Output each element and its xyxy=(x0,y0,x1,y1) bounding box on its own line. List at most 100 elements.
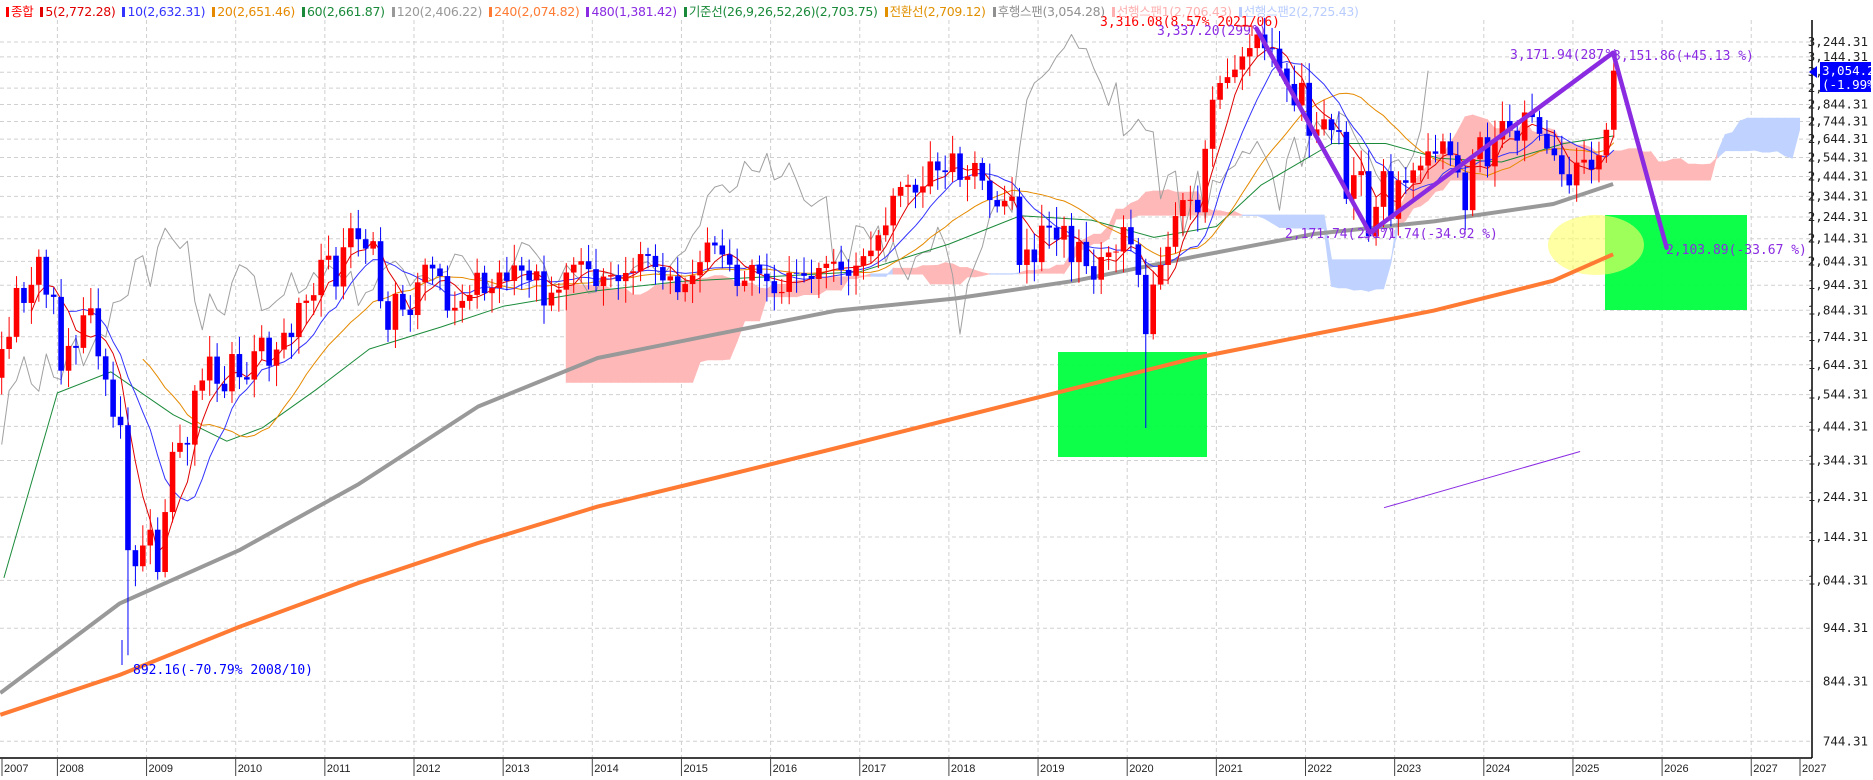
cloud-segment-bull xyxy=(1665,158,1674,181)
candle-body xyxy=(65,345,72,371)
candle xyxy=(1150,270,1157,340)
candle xyxy=(957,146,963,187)
candle-body xyxy=(13,287,20,337)
candle-body xyxy=(942,170,948,173)
kospi-monthly-chart[interactable]: 3,316.08(8.57% 2021/06)3,337.20(299°)2,1… xyxy=(0,0,1873,780)
cloud-segment-bull xyxy=(1115,208,1124,220)
candle xyxy=(392,282,399,348)
candle xyxy=(444,265,451,318)
candle-body xyxy=(459,300,466,308)
candle-body xyxy=(741,280,748,287)
candle-body xyxy=(177,442,183,452)
candle-body xyxy=(1536,117,1543,134)
legend-item[interactable]: 20(2,651.46) xyxy=(212,4,295,19)
candle-body xyxy=(1432,151,1439,154)
legend-swatch-icon xyxy=(489,7,493,17)
candle-body xyxy=(310,295,317,301)
legend-item[interactable]: 기준선(26,9,26,52,26)(2,703.75) xyxy=(683,4,878,19)
legend-label: 후행스팬(3,054.28) xyxy=(997,4,1106,19)
legend-item[interactable]: 전환선(2,709.12) xyxy=(884,4,986,19)
legend-item[interactable]: 5(2,772.28) xyxy=(40,4,116,19)
legend-item[interactable]: 480(1,381.42) xyxy=(586,4,677,19)
candle-body xyxy=(43,256,50,295)
legend-swatch-icon xyxy=(884,7,888,17)
candle xyxy=(934,152,941,190)
cloud-segment-bull xyxy=(1672,158,1682,181)
candle xyxy=(452,291,458,326)
candle-body xyxy=(348,228,354,248)
legend-item[interactable]: 120(2,406.22) xyxy=(391,4,482,19)
y-tick-label: 2,744.31 xyxy=(1808,114,1868,129)
legend-item[interactable]: 선행스팬1(2,706.43) xyxy=(1111,4,1232,19)
x-tick-label: 2023 xyxy=(1397,763,1421,775)
candle-body xyxy=(1462,172,1469,211)
x-tick-label: 2027 xyxy=(1753,763,1777,775)
cloud-segment-bull xyxy=(1680,157,1689,181)
candle-body xyxy=(972,162,978,177)
candle-body xyxy=(154,529,161,573)
x-tick-label: 2010 xyxy=(238,763,262,775)
candle-body xyxy=(541,271,547,306)
cloud-segment-bull xyxy=(654,284,664,383)
candle xyxy=(1239,46,1246,91)
candle-body xyxy=(355,228,362,240)
candle-body xyxy=(1328,119,1335,131)
candle-body xyxy=(593,269,599,287)
legend-item[interactable]: 240(2,074.82) xyxy=(489,4,580,19)
cloud-segment-bull xyxy=(1108,209,1117,239)
candle-body xyxy=(949,153,956,173)
cloud-segment-bull xyxy=(758,287,768,321)
candle xyxy=(377,227,384,309)
cloud-segment-bull xyxy=(729,277,738,360)
cloud-segment-bull xyxy=(974,269,983,278)
y-tick-label: 1,444.31 xyxy=(1808,418,1868,433)
cloud-segment-bull xyxy=(721,275,731,361)
candle-body xyxy=(1425,151,1431,166)
candle-body xyxy=(496,272,503,288)
candle xyxy=(414,272,421,330)
candle-body xyxy=(816,267,822,279)
candle-body xyxy=(147,529,154,546)
y-tick-label: 2,444.31 xyxy=(1808,168,1868,183)
legend-label: 선행스팬1(2,706.43) xyxy=(1116,4,1232,19)
candle-body xyxy=(1150,284,1157,335)
legend-swatch-icon xyxy=(992,7,996,17)
candle-body xyxy=(288,332,295,338)
legend-label: 5(2,772.28) xyxy=(45,4,116,19)
annotation-recent-angle: 3,171.94(287°) xyxy=(1510,48,1620,63)
candle xyxy=(949,135,956,183)
legend-item[interactable]: 10(2,632.31) xyxy=(122,4,206,19)
candle-body xyxy=(1224,77,1231,84)
x-tick-label: 2015 xyxy=(683,763,707,775)
candle xyxy=(726,239,733,272)
candle-body xyxy=(667,276,674,281)
x-axis: 2007 2008 2009 2010 2011 2012 2013 2014 2015 2016… xyxy=(1,758,1826,776)
candle-body xyxy=(674,276,681,293)
x-tick-label: 2013 xyxy=(505,763,529,775)
candle-body xyxy=(570,264,577,273)
candle-body xyxy=(882,225,889,236)
legend-item[interactable]: 후행스팬(3,054.28) xyxy=(992,4,1106,19)
candle-body xyxy=(474,272,480,295)
candle-body xyxy=(1232,69,1238,78)
legend-item[interactable]: 종합 xyxy=(6,4,34,19)
cloud-segment-bull xyxy=(818,276,827,296)
cloud-segment-bull xyxy=(1234,210,1243,217)
cloud-segment-bull xyxy=(1657,161,1667,181)
candle-body xyxy=(934,161,941,171)
candle-body xyxy=(1031,249,1038,263)
cloud-segment-bull xyxy=(848,275,857,280)
candle xyxy=(1120,215,1127,273)
legend-item[interactable]: 60(2,661.87) xyxy=(301,4,385,19)
cloud-segment-bull xyxy=(1100,224,1110,245)
candle xyxy=(80,297,87,354)
candle-body xyxy=(1009,196,1015,201)
legend-label: 기준선(26,9,26,52,26)(2,703.75) xyxy=(688,4,878,19)
legend-item[interactable]: 선행스팬2(2,725.43) xyxy=(1238,4,1359,19)
cloud-segment-bull xyxy=(825,276,835,291)
legend-label: 선행스팬2(2,725.43) xyxy=(1243,4,1359,19)
y-tick-label: 1,344.31 xyxy=(1808,452,1868,467)
candle xyxy=(266,331,272,382)
cloud-segment-bear xyxy=(1769,117,1778,153)
cloud-segment-bull xyxy=(862,273,872,278)
